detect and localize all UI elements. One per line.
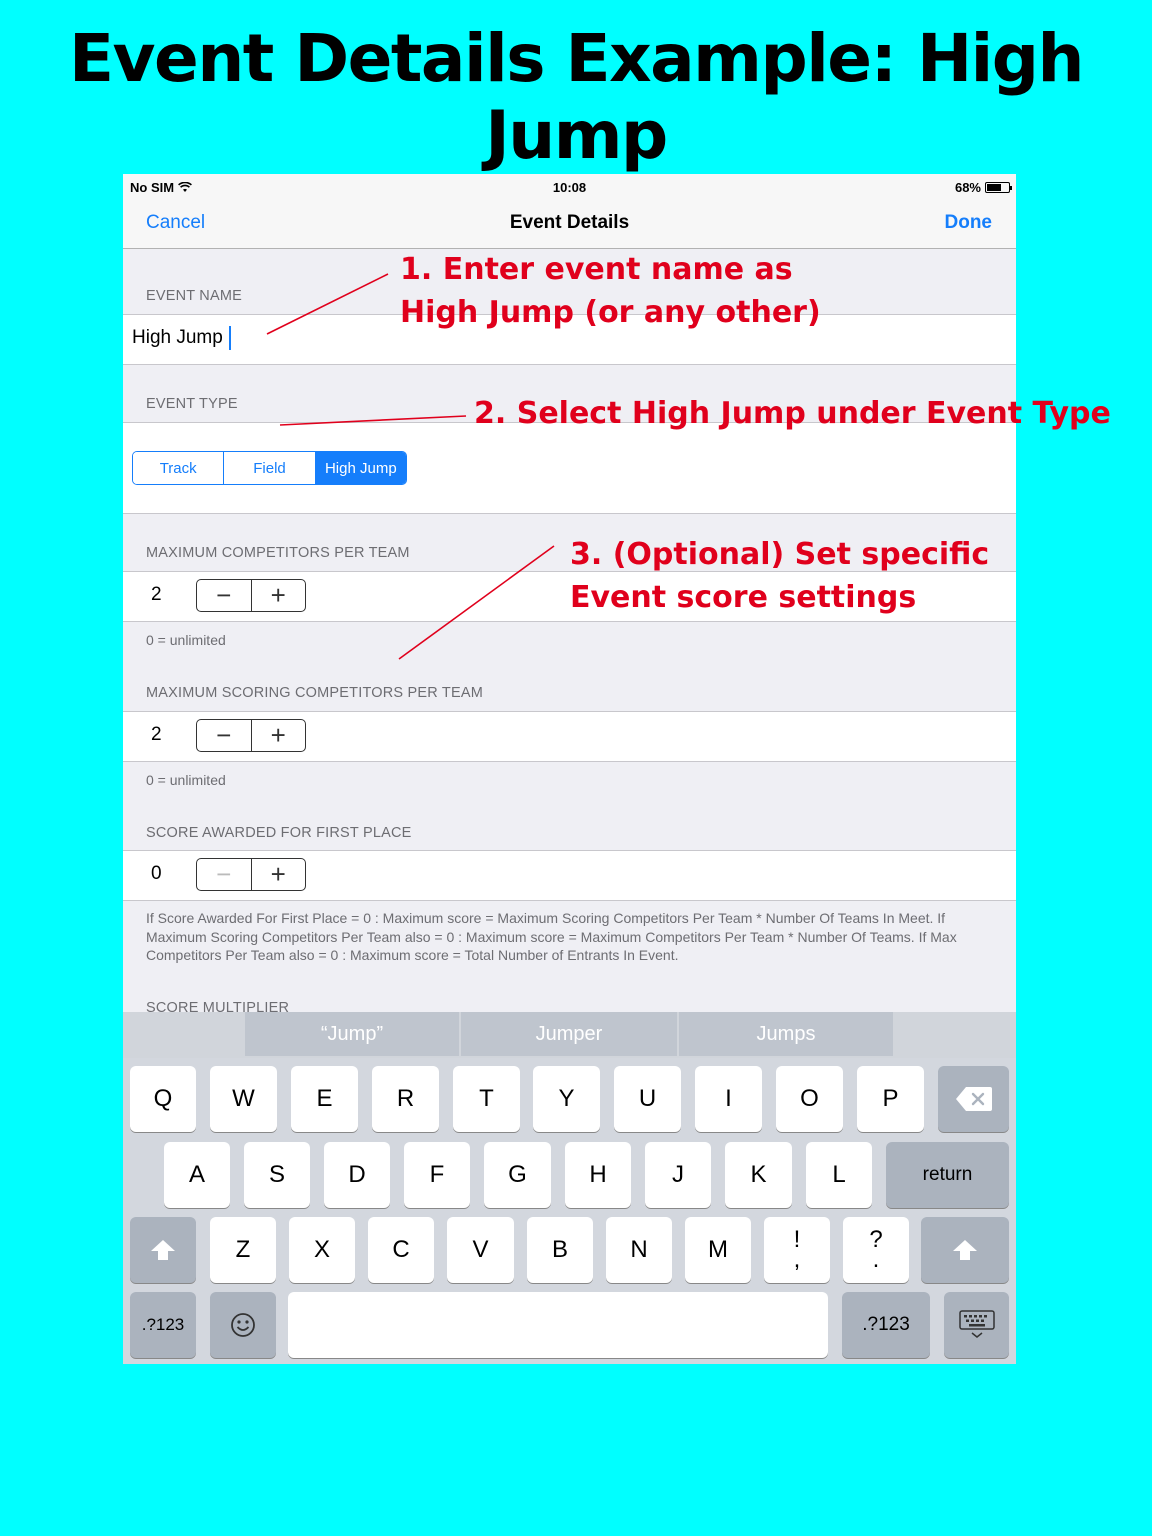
key-g[interactable]: G [484,1142,551,1208]
key-c[interactable]: C [368,1217,434,1283]
max-competitors-value: 2 [151,584,162,605]
numbers-key-left[interactable]: .?123 [130,1292,196,1358]
key-n[interactable]: N [606,1217,672,1283]
suggestion-item[interactable]: Jumper [461,1012,677,1056]
max-scoring-header: MAXIMUM SCORING COMPETITORS PER TEAM [146,685,483,701]
key-h[interactable]: H [565,1142,631,1208]
first-place-stepper: − + [196,858,306,891]
backspace-icon [955,1087,992,1111]
backspace-key[interactable] [938,1066,1009,1132]
key-y[interactable]: Y [533,1066,600,1132]
keyboard: “Jump” Jumper Jumps Q W E R T Y U I O P … [123,1012,1016,1364]
annotation-step-2: 2. Select High Jump under Event Type [474,396,1111,431]
key-s[interactable]: S [244,1142,310,1208]
shift-key-right[interactable] [921,1217,1009,1283]
max-competitors-footer: 0 = unlimited [146,632,226,648]
space-bar[interactable] [288,1292,828,1358]
key-lower: . [872,1246,880,1273]
key-f[interactable]: F [404,1142,470,1208]
increment-button[interactable]: + [252,720,306,751]
key-lower: , [793,1246,801,1273]
event-type-header: EVENT TYPE [146,396,238,412]
return-key[interactable]: return [886,1142,1009,1208]
battery-percent: 68% [954,180,981,195]
text-cursor [229,326,231,350]
segment-high-jump[interactable]: High Jump [315,452,406,484]
clock: 10:08 [552,180,587,195]
done-button[interactable]: Done [945,212,993,234]
max-scoring-stepper: − + [196,719,306,752]
key-k[interactable]: K [725,1142,792,1208]
key-b[interactable]: B [527,1217,593,1283]
decrement-button[interactable]: − [197,859,252,890]
key-exclamation-comma[interactable]: !, [764,1217,830,1283]
navigation-bar: Cancel Event Details Done [123,200,1016,249]
max-scoring-value: 2 [151,724,162,745]
max-competitors-header: MAXIMUM COMPETITORS PER TEAM [146,545,410,561]
max-scoring-cell: 2 − + [123,711,1016,762]
key-m[interactable]: M [685,1217,751,1283]
segment-field[interactable]: Field [224,452,316,484]
key-o[interactable]: O [776,1066,843,1132]
max-scoring-footer: 0 = unlimited [146,772,226,788]
event-name-header: EVENT NAME [146,288,243,304]
key-t[interactable]: T [453,1066,520,1132]
shift-key-left[interactable] [130,1217,196,1283]
annotation-step-3: 3. (Optional) Set specific Event score s… [570,533,989,619]
battery: 68% [954,180,1012,195]
page-title: Event Details [509,212,630,233]
increment-button[interactable]: + [252,859,306,890]
annotation-step-1: 1. Enter event name as High Jump (or any… [400,248,821,334]
emoji-icon [231,1313,255,1337]
battery-icon [985,182,1012,193]
decrement-button[interactable]: − [197,720,252,751]
event-type-segmented-control: Track Field High Jump [132,451,407,485]
annotation-step-1-line-1: 1. Enter event name as [400,252,793,287]
score-explanation: If Score Awarded For First Place = 0 : M… [146,910,957,963]
first-place-cell: 0 − + [123,850,1016,901]
suggestion-item[interactable]: “Jump” [245,1012,459,1056]
shift-icon [151,1240,175,1260]
key-a[interactable]: A [164,1142,230,1208]
key-j[interactable]: J [645,1142,711,1208]
ipad-screen: No SIM 10:08 68% Cancel Event Details Do… [123,174,1016,1364]
annotation-step-3-line-1: 3. (Optional) Set specific [570,537,990,572]
key-question-period[interactable]: ?. [843,1217,909,1283]
key-d[interactable]: D [324,1142,390,1208]
key-i[interactable]: I [695,1066,762,1132]
key-w[interactable]: W [210,1066,277,1132]
headline: Event Details Example: High Jump [68,20,1085,174]
event-type-cell: Track Field High Jump [123,422,1016,514]
first-place-value: 0 [151,863,162,884]
hide-keyboard-key[interactable] [944,1292,1009,1358]
max-competitors-stepper: − + [196,579,306,612]
key-e[interactable]: E [291,1066,358,1132]
annotation-step-3-line-2: Event score settings [570,580,917,615]
key-u[interactable]: U [614,1066,681,1132]
shift-icon [953,1240,977,1260]
key-v[interactable]: V [447,1217,514,1283]
segment-track[interactable]: Track [133,452,225,484]
key-r[interactable]: R [372,1066,439,1132]
key-p[interactable]: P [857,1066,924,1132]
suggestion-bar: “Jump” Jumper Jumps [123,1012,1016,1058]
keyboard-dismiss-icon [958,1310,995,1338]
first-place-header: SCORE AWARDED FOR FIRST PLACE [146,825,412,841]
status-bar: No SIM 10:08 68% [123,174,1016,200]
increment-button[interactable]: + [252,580,306,611]
emoji-key[interactable] [210,1292,276,1358]
numbers-key-right[interactable]: .?123 [842,1292,930,1358]
suggestion-item[interactable]: Jumps [679,1012,893,1056]
key-l[interactable]: L [806,1142,872,1208]
key-q[interactable]: Q [130,1066,196,1132]
key-z[interactable]: Z [210,1217,276,1283]
key-x[interactable]: X [289,1217,355,1283]
annotation-step-1-line-2: High Jump (or any other) [400,295,821,330]
decrement-button[interactable]: − [197,580,252,611]
keyboard-keys: Q W E R T Y U I O P A S D F G H J K L re… [123,1058,1016,1364]
